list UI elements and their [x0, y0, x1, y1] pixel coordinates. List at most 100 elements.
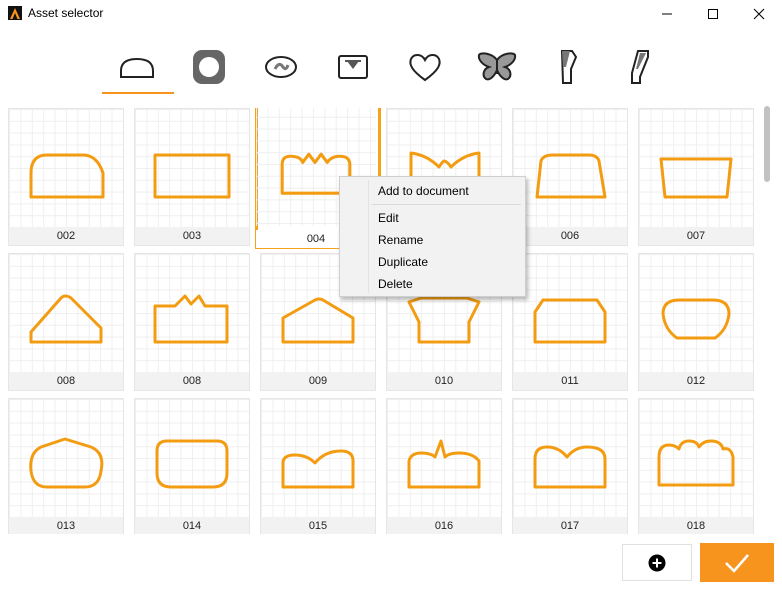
menu-separator — [372, 204, 521, 205]
asset-shape-outline — [661, 298, 731, 340]
asset-label: 008 — [9, 372, 123, 390]
tab-rings[interactable] — [172, 40, 246, 94]
close-button[interactable] — [736, 0, 782, 28]
asset-shape-outline — [533, 298, 607, 344]
add-asset-button[interactable] — [622, 544, 692, 581]
asset-shape-outline — [281, 297, 355, 344]
asset-card-012[interactable]: 012 — [638, 253, 754, 391]
scrollbar-thumb[interactable] — [764, 106, 770, 182]
menu-item-add-to-document[interactable]: Add to document — [342, 181, 523, 201]
title-bar: Asset selector — [0, 0, 782, 28]
tab-logos[interactable] — [244, 40, 318, 94]
asset-label: 014 — [135, 517, 249, 534]
asset-thumbnail — [135, 109, 249, 227]
minimize-icon — [662, 13, 672, 15]
asset-thumbnail — [9, 399, 123, 517]
asset-label: 017 — [513, 517, 627, 534]
tab-profiles-left[interactable] — [532, 40, 606, 94]
window-title: Asset selector — [28, 6, 104, 20]
confirm-button[interactable] — [700, 543, 774, 582]
tab-hearts[interactable] — [388, 40, 462, 94]
asset-card-013[interactable]: 013 — [8, 398, 124, 534]
asset-label: 010 — [387, 372, 501, 390]
asset-card-003[interactable]: 003 — [134, 108, 250, 246]
asset-thumbnail — [9, 109, 123, 227]
asset-shape-wave — [281, 449, 355, 489]
asset-label: 009 — [261, 372, 375, 390]
asset-shape-outline — [153, 153, 231, 199]
angled-profile-right-icon — [631, 50, 649, 84]
asset-card-016[interactable]: 016 — [386, 398, 502, 534]
minimize-button[interactable] — [644, 0, 690, 28]
maximize-button[interactable] — [690, 0, 736, 28]
asset-card-017[interactable]: 017 — [512, 398, 628, 534]
asset-card-015[interactable]: 015 — [260, 398, 376, 534]
checkmark-icon — [725, 553, 749, 573]
menu-item-rename[interactable]: Rename — [342, 230, 523, 250]
tab-butterflies[interactable] — [460, 40, 534, 94]
menu-item-delete[interactable]: Delete — [342, 274, 523, 294]
maximize-icon — [708, 9, 718, 19]
angled-profile-left-icon — [560, 50, 578, 84]
asset-label: 011 — [513, 372, 627, 390]
asset-label: 015 — [261, 517, 375, 534]
ring-icon — [193, 50, 225, 84]
asset-thumbnail — [513, 109, 627, 227]
asset-card-006[interactable]: 006 — [512, 108, 628, 246]
asset-shape-outline — [281, 449, 355, 489]
asset-card-007[interactable]: 007 — [638, 108, 754, 246]
asset-shape-rect — [153, 153, 231, 199]
menu-item-duplicate[interactable]: Duplicate — [342, 252, 523, 272]
asset-shape-bump — [29, 153, 105, 199]
asset-shape-outline — [29, 153, 105, 199]
grid-scrollbar[interactable] — [764, 104, 772, 534]
asset-label: 018 — [639, 517, 753, 534]
asset-card-018[interactable]: 018 — [638, 398, 754, 534]
asset-shape-soft-rect — [155, 439, 229, 489]
asset-thumbnail — [513, 254, 627, 372]
asset-label: 006 — [513, 227, 627, 245]
tab-profiles-right[interactable] — [604, 40, 678, 94]
framed-heart-icon — [338, 55, 368, 79]
asset-thumbnail — [387, 399, 501, 517]
asset-card-014[interactable]: 014 — [134, 398, 250, 534]
asset-shape-house — [29, 294, 103, 344]
asset-grid: 0020030040050060070080080090100110120130… — [8, 108, 758, 534]
asset-shape-outline — [659, 157, 733, 199]
asset-shape-outline — [29, 294, 103, 344]
asset-thumbnail — [261, 399, 375, 517]
asset-card-008[interactable]: 008 — [8, 253, 124, 391]
menu-item-edit[interactable]: Edit — [342, 208, 523, 228]
asset-shape-notch — [153, 294, 229, 344]
asset-shape-spike — [407, 439, 481, 489]
asset-shape-rounded-trap — [661, 298, 731, 340]
asset-shape-cloud — [657, 439, 735, 487]
asset-shape-outline — [533, 445, 607, 489]
tab-framed[interactable] — [316, 40, 390, 94]
asset-shape-outline — [155, 439, 229, 489]
asset-shape-outline — [29, 437, 104, 489]
asset-shape-outline — [407, 439, 481, 489]
asset-card-008[interactable]: 008 — [134, 253, 250, 391]
asset-shape-outline — [535, 153, 607, 199]
asset-thumbnail — [639, 254, 753, 372]
tab-arch-shapes[interactable] — [100, 40, 174, 94]
context-menu: Add to document Edit Rename Duplicate De… — [339, 176, 526, 297]
asset-label: 008 — [135, 372, 249, 390]
asset-thumbnail — [513, 399, 627, 517]
asset-shape-trapezoid2 — [659, 157, 733, 199]
asset-thumbnail — [639, 399, 753, 517]
asset-shape-round-peak — [29, 437, 104, 489]
asset-thumbnail — [135, 254, 249, 372]
asset-shape-outline — [407, 296, 481, 344]
asset-shape-outline — [153, 294, 229, 344]
asset-shape-double-bump — [533, 445, 607, 489]
asset-card-002[interactable]: 002 — [8, 108, 124, 246]
asset-label: 012 — [639, 372, 753, 390]
app-logo-icon — [8, 6, 22, 20]
asset-thumbnail — [639, 109, 753, 227]
asset-label: 007 — [639, 227, 753, 245]
close-icon — [753, 8, 765, 20]
asset-label: 003 — [135, 227, 249, 245]
asset-card-011[interactable]: 011 — [512, 253, 628, 391]
